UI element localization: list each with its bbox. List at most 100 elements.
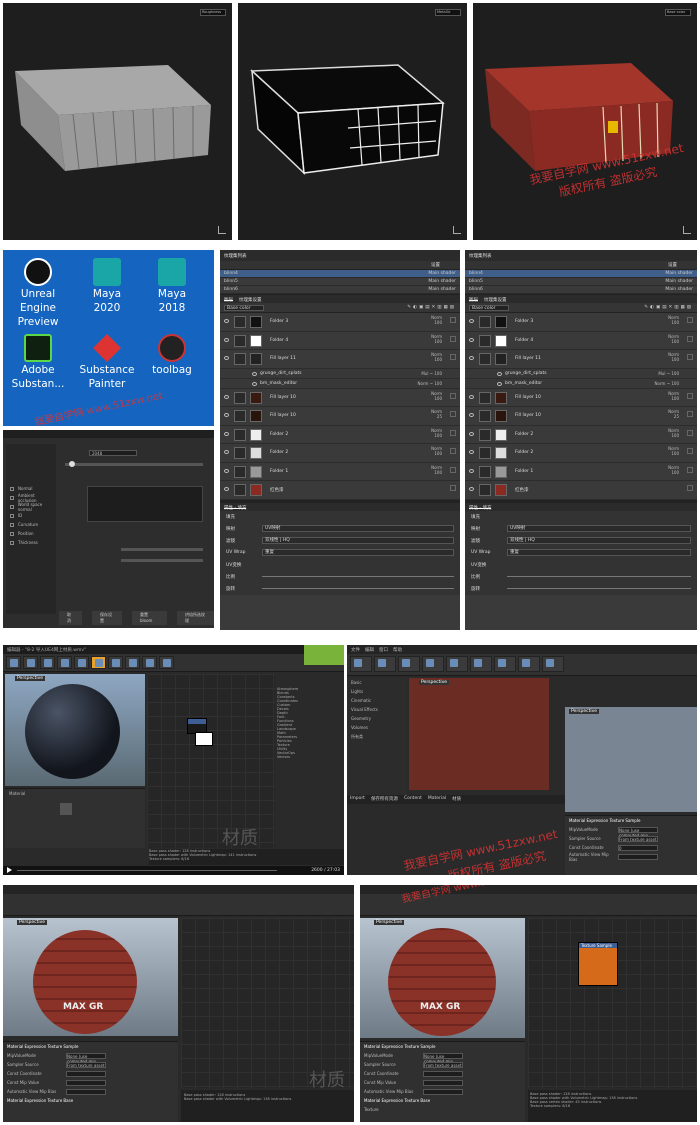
property-dropdown[interactable]: 重复	[507, 549, 691, 556]
mode-item[interactable]: Basic	[347, 678, 407, 687]
video-playbar[interactable]: 2600 / 27:03	[3, 866, 344, 875]
cancel-button[interactable]: 取消	[59, 611, 82, 625]
layer-tool-icons[interactable]: ✎◐▣▤✕▥▦▧	[407, 305, 456, 310]
blend-mode[interactable]: Norm 100	[668, 465, 679, 475]
texture-set-row[interactable]: blinn4 Main shader	[465, 270, 697, 278]
toolbar-button[interactable]	[125, 656, 140, 669]
texture-set-row[interactable]: blinn5 Main shader	[465, 278, 697, 286]
toolbar-button[interactable]	[350, 656, 372, 672]
layer-row[interactable]: Folder 2 Norm 100	[465, 444, 697, 463]
eye-icon[interactable]	[497, 371, 502, 376]
bake-button[interactable]: 烘焙所选纹理	[177, 611, 214, 625]
mode-item[interactable]: 所有类	[347, 732, 407, 741]
layer-checkbox[interactable]	[687, 448, 693, 454]
save-settings-button[interactable]: 保存设置	[92, 611, 122, 625]
mode-item[interactable]: Volumes	[347, 723, 407, 732]
eye-icon[interactable]	[469, 319, 474, 323]
tab[interactable]: 属性 - 填充	[224, 505, 247, 511]
blend-mode[interactable]: Norm 100	[431, 315, 442, 325]
toolbar-button[interactable]	[422, 656, 444, 672]
toolbar-button[interactable]	[518, 656, 540, 672]
blend-mode[interactable]: Norm 100	[431, 465, 442, 475]
graph-node[interactable]	[195, 732, 213, 746]
tab[interactable]: 属性 - 填充	[469, 505, 492, 511]
toolbar-button[interactable]	[398, 656, 420, 672]
eye-icon[interactable]	[224, 319, 229, 323]
reset-button[interactable]: 重置 bloom	[132, 611, 167, 625]
layer-row[interactable]: Folder 4 Norm 100	[220, 331, 460, 350]
details-value[interactable]	[423, 1079, 463, 1086]
property-dropdown[interactable]: 双线性 | HQ	[262, 537, 454, 544]
tab[interactable]: 图层	[469, 297, 478, 303]
blend-mode[interactable]: Norm 100	[431, 428, 442, 438]
layer-checkbox[interactable]	[450, 411, 456, 417]
mesh-path-field[interactable]	[87, 486, 203, 522]
layer-checkbox[interactable]	[450, 354, 456, 360]
property-dropdown[interactable]: UV映射	[507, 525, 691, 532]
details-value[interactable]	[66, 1079, 106, 1086]
layer-checkbox[interactable]	[450, 429, 456, 436]
blend-mode[interactable]: Norm 100	[668, 428, 679, 438]
desktop-icon-maya-2020[interactable]: Maya 2020	[78, 258, 136, 315]
content-bar-item[interactable]: Material	[428, 796, 446, 803]
eye-icon[interactable]	[469, 394, 474, 399]
sub-editor-viewport[interactable]: Perspective	[565, 707, 697, 812]
bake-map-item[interactable]: ID	[6, 511, 56, 520]
tab[interactable]: 纹理集设置	[484, 297, 507, 303]
eye-icon[interactable]	[469, 356, 474, 360]
layer-effect-row[interactable]: grunge_dirt_splats Mul ~ 100	[220, 368, 460, 379]
viewport-roughness[interactable]: Roughness	[3, 3, 232, 240]
layer-effect-row[interactable]: bm_mask_editor Norm ~ 100	[220, 378, 460, 389]
details-value[interactable]	[423, 1088, 463, 1095]
eye-icon[interactable]	[224, 337, 229, 342]
blend-mode[interactable]: Mul ~ 100	[421, 371, 442, 376]
details-value[interactable]	[423, 1070, 463, 1077]
blend-mode[interactable]: Norm 100	[668, 334, 679, 344]
texture-set-row[interactable]: blinn6 Main shader	[220, 286, 460, 294]
blend-mode[interactable]: Norm 100	[431, 446, 442, 456]
eye-icon[interactable]	[224, 356, 229, 360]
menu-item[interactable]: 文件	[351, 647, 360, 653]
toolbar-button[interactable]	[374, 656, 396, 672]
settings-dropdown[interactable]: 设置	[668, 262, 677, 268]
blend-mode[interactable]: Norm 25	[431, 409, 442, 419]
details-value[interactable]: From texture asset	[423, 1061, 463, 1068]
play-icon[interactable]	[7, 867, 12, 873]
material-graph[interactable]: 材质	[147, 674, 275, 848]
layer-checkbox[interactable]	[450, 448, 456, 454]
mode-item[interactable]: Lights	[347, 687, 407, 696]
property-dropdown[interactable]: 重复	[262, 549, 454, 556]
details-value[interactable]: From texture asset	[66, 1061, 106, 1068]
details-value[interactable]: None (use computed mip level)	[618, 826, 658, 843]
blend-mode[interactable]: Norm 100	[668, 352, 679, 362]
bake-map-item[interactable]: Curvature	[6, 520, 56, 529]
level-viewport[interactable]: Perspective	[409, 678, 549, 790]
mode-item[interactable]: Geometry	[347, 714, 407, 723]
rotate-slider[interactable]	[507, 588, 691, 589]
material-graph[interactable]: 材质	[181, 918, 354, 1088]
texture-set-row[interactable]: blinn5 Main shader	[220, 278, 460, 286]
layer-row[interactable]: Folder 1 Norm 100	[220, 462, 460, 481]
texture-set-row[interactable]: blinn6 Main shader	[465, 286, 697, 294]
eye-icon[interactable]	[224, 394, 229, 399]
eye-icon[interactable]	[469, 487, 474, 491]
layer-row[interactable]: Folder 2 Norm 100	[220, 444, 460, 463]
layer-row[interactable]: Folder 3 Norm 100	[465, 313, 697, 332]
viewport-basecolor[interactable]: Base color 我要自学网 www.51zxw.net 版权所有 盗版必究	[473, 3, 697, 240]
layer-row[interactable]: Fill layer 11 Norm 100	[220, 350, 460, 369]
layer-row[interactable]: Folder 3 Norm 100	[220, 313, 460, 332]
layer-checkbox[interactable]	[450, 466, 456, 473]
blend-mode[interactable]: Norm 100	[668, 315, 679, 325]
details-value[interactable]: None (use computed mip level)	[423, 1052, 463, 1069]
desktop-icon-maya-2018[interactable]: Maya 2018	[143, 258, 201, 315]
toolbar-button[interactable]	[74, 656, 89, 669]
eye-icon[interactable]	[469, 337, 474, 342]
menu-item[interactable]: 编辑	[365, 647, 374, 653]
content-bar-item[interactable]: Content	[404, 796, 422, 803]
layer-row[interactable]: Fill layer 10 Norm 25	[220, 407, 460, 426]
blend-mode[interactable]: Norm 100	[431, 391, 442, 401]
layer-checkbox[interactable]	[450, 335, 456, 342]
layer-row[interactable]: Fill layer 10 Norm 100	[220, 388, 460, 407]
eye-icon[interactable]	[224, 413, 229, 417]
layer-checkbox[interactable]	[687, 335, 693, 342]
